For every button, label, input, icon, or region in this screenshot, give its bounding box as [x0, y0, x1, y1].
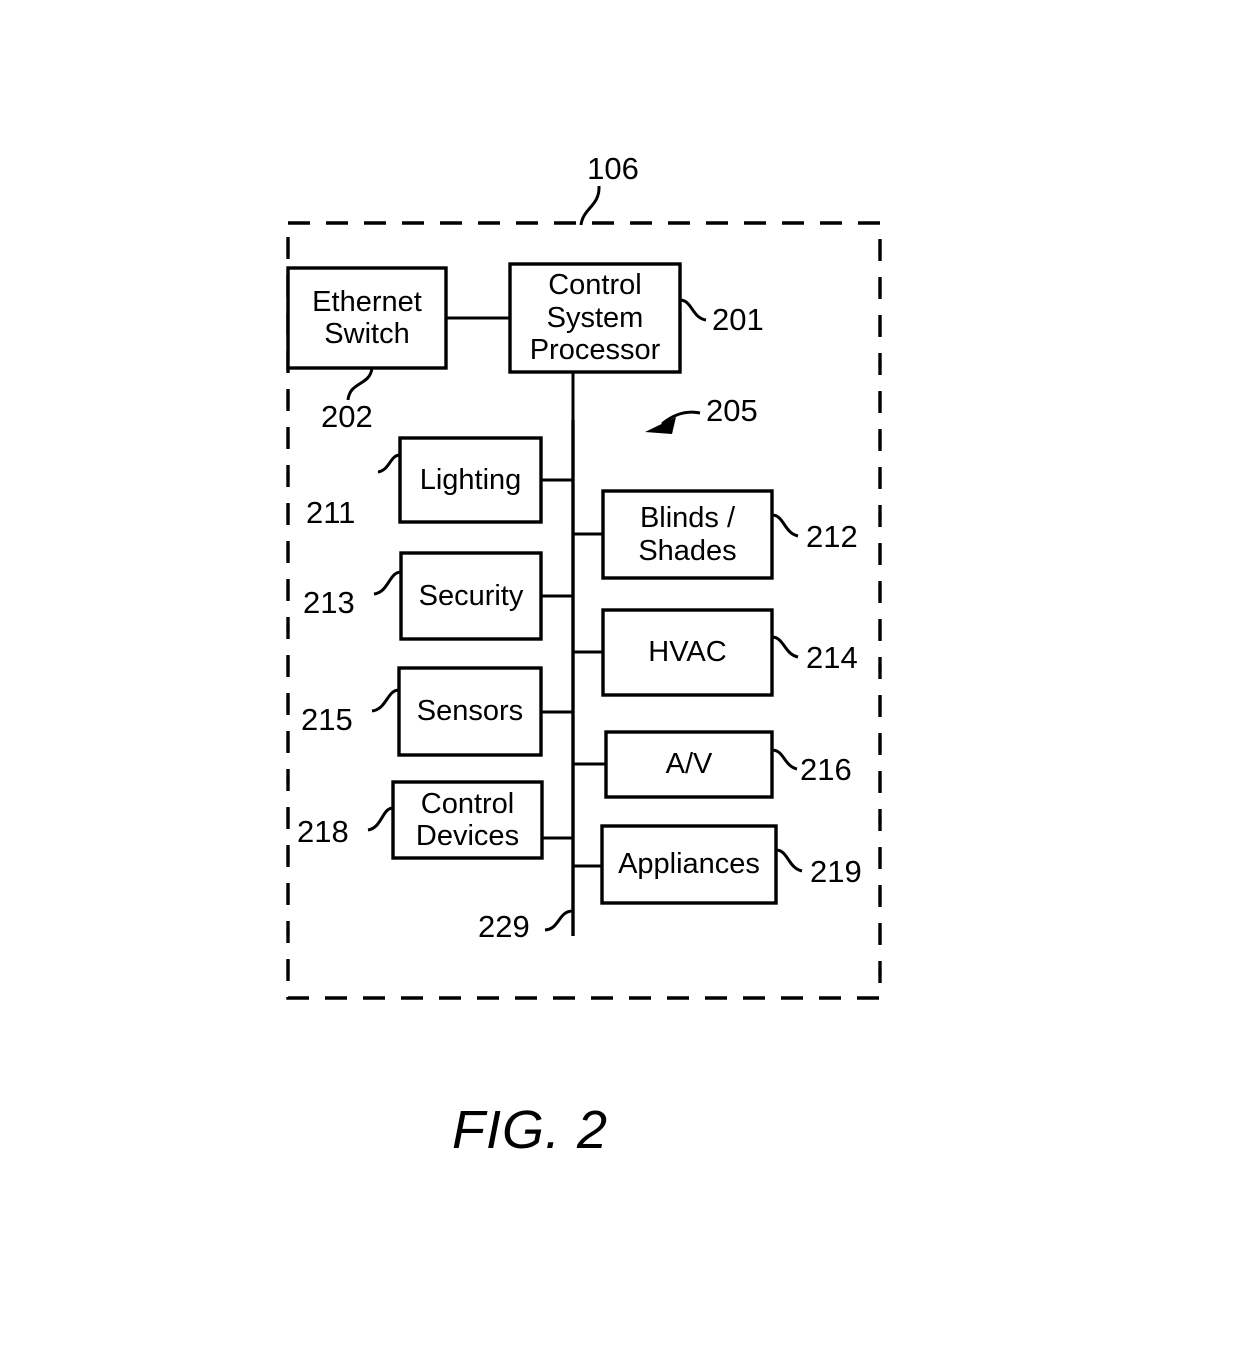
- ref-218: 218: [297, 814, 349, 849]
- leader-211: [377, 453, 401, 474]
- patent-figure: Ethernet Switch Control System Processor…: [0, 0, 1240, 1345]
- leader-214: [771, 635, 799, 659]
- ref-229: 229: [478, 909, 530, 944]
- ref-213: 213: [303, 585, 355, 620]
- leader-212: [771, 513, 799, 538]
- leader-218: [367, 806, 394, 832]
- ref-205: 205: [706, 393, 758, 428]
- leader-202: [346, 367, 374, 401]
- ref-212: 212: [806, 519, 858, 554]
- hvac-label: HVAC: [648, 636, 727, 669]
- security-label: Security: [418, 579, 524, 612]
- blinds-shades-label: Blinds / Shades: [638, 502, 737, 567]
- appliances-label: Appliances: [618, 848, 760, 881]
- leader-219: [775, 848, 803, 873]
- control-devices-label: Control Devices: [415, 787, 520, 852]
- sensors-label: Sensors: [416, 695, 524, 728]
- leader-213: [373, 570, 402, 596]
- leader-215: [371, 688, 400, 713]
- figure-caption: FIG. 2: [451, 1100, 609, 1160]
- leader-229: [544, 909, 574, 932]
- ref-214: 214: [806, 640, 858, 675]
- lighting-label: Lighting: [419, 463, 522, 496]
- ref-215: 215: [301, 702, 353, 737]
- ref-216: 216: [800, 752, 852, 787]
- av-label: A/V: [665, 748, 713, 781]
- leader-216: [771, 748, 798, 771]
- arrowhead-205: [645, 417, 676, 434]
- ref-201: 201: [712, 302, 764, 337]
- ref-202: 202: [321, 399, 373, 434]
- control-system-processor-label: Control System Processor: [529, 269, 661, 367]
- ethernet-switch-label: Ethernet Switch: [312, 285, 422, 350]
- leader-201: [679, 298, 707, 322]
- ref-106: 106: [587, 151, 639, 186]
- leader-106: [579, 185, 601, 226]
- ref-211: 211: [306, 495, 356, 530]
- ref-219: 219: [810, 854, 862, 889]
